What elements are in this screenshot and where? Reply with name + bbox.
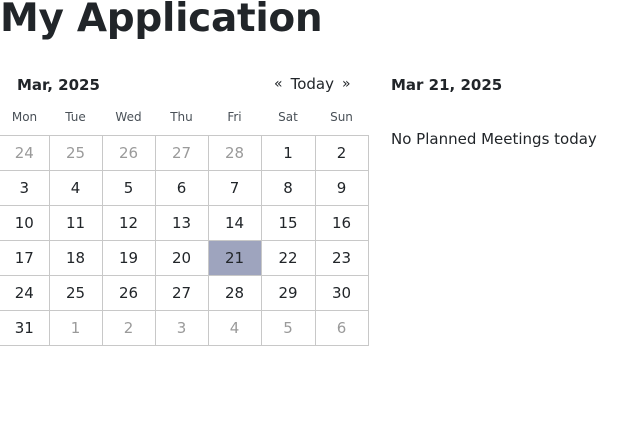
app-title: My Application — [0, 0, 323, 41]
calendar-header: Mar, 2025 « Today » — [0, 73, 370, 99]
calendar-day[interactable]: 27 — [154, 275, 209, 311]
calendar-day[interactable]: 28 — [207, 135, 262, 171]
calendar-day[interactable]: 16 — [314, 205, 369, 241]
calendar-week-row: 31 1 2 3 4 5 6 — [0, 310, 369, 346]
calendar-day[interactable]: 24 — [0, 135, 50, 171]
calendar-day[interactable]: 2 — [101, 310, 156, 346]
next-month-button[interactable]: » — [338, 76, 355, 92]
month-label: Mar, 2025 — [17, 76, 100, 94]
weekday-label: Sun — [330, 110, 353, 124]
calendar-day[interactable]: 12 — [101, 205, 156, 241]
calendar-day[interactable]: 9 — [314, 170, 369, 206]
calendar-day[interactable]: 20 — [154, 240, 209, 276]
prev-month-button[interactable]: « — [270, 76, 287, 92]
calendar-day[interactable]: 19 — [101, 240, 156, 276]
calendar-day[interactable]: 29 — [260, 275, 316, 311]
weekday-label: Sat — [278, 110, 298, 124]
calendar-day[interactable]: 23 — [314, 240, 369, 276]
today-button[interactable]: Today — [287, 75, 338, 93]
calendar-day[interactable]: 11 — [48, 205, 103, 241]
calendar-day[interactable]: 25 — [48, 135, 103, 171]
calendar-day[interactable]: 22 — [260, 240, 316, 276]
calendar-day[interactable]: 14 — [207, 205, 262, 241]
weekday-label: Mon — [11, 110, 38, 124]
calendar-week-row: 17 18 19 20 21 22 23 — [0, 240, 369, 276]
calendar-day[interactable]: 3 — [154, 310, 209, 346]
calendar-week-row: 10 11 12 13 14 15 16 — [0, 205, 369, 241]
calendar-day[interactable]: 6 — [154, 170, 209, 206]
calendar-day[interactable]: 2 — [314, 135, 369, 171]
calendar-day[interactable]: 10 — [0, 205, 50, 241]
calendar-day[interactable]: 18 — [48, 240, 103, 276]
calendar-week-row: 24 25 26 27 28 29 30 — [0, 275, 369, 311]
calendar-day[interactable]: 8 — [260, 170, 316, 206]
calendar-day[interactable]: 4 — [207, 310, 262, 346]
selected-date-heading: Mar 21, 2025 — [391, 76, 503, 94]
weekday-header: Mon Tue Wed Thu Fri Sat Sun — [0, 107, 371, 127]
calendar-day[interactable]: 13 — [154, 205, 209, 241]
calendar-day[interactable]: 26 — [101, 135, 156, 171]
calendar-day-selected[interactable]: 21 — [207, 240, 262, 276]
calendar-week-row: 3456789 — [0, 170, 369, 206]
calendar-day[interactable]: 3 — [0, 170, 50, 206]
weekday-label: Fri — [227, 110, 242, 124]
calendar-day[interactable]: 6 — [314, 310, 369, 346]
calendar-day[interactable]: 4 — [48, 170, 103, 206]
calendar-day[interactable]: 1 — [260, 135, 316, 171]
calendar-day[interactable]: 17 — [0, 240, 50, 276]
calendar-nav: « Today » — [270, 75, 355, 93]
weekday-label: Wed — [115, 110, 142, 124]
calendar-day[interactable]: 30 — [314, 275, 369, 311]
calendar-day[interactable]: 26 — [101, 275, 156, 311]
weekday-label: Thu — [170, 110, 193, 124]
calendar-day[interactable]: 1 — [48, 310, 103, 346]
calendar-day[interactable]: 28 — [207, 275, 262, 311]
calendar-day[interactable]: 5 — [101, 170, 156, 206]
no-meetings-message: No Planned Meetings today — [391, 130, 597, 148]
calendar-day[interactable]: 5 — [260, 310, 316, 346]
calendar-day[interactable]: 15 — [260, 205, 316, 241]
calendar-grid: 24 25 26 27 28 1 2 3 4 5 6 7 8 9 10 11 12 13 14 15 16 17 18 19 2… — [0, 135, 369, 346]
calendar-day[interactable]: 25 — [48, 275, 103, 311]
calendar-day[interactable]: 27 — [154, 135, 209, 171]
calendar-week-row: 24 25 26 27 28 1 2 — [0, 135, 369, 171]
calendar-day[interactable]: 7 — [207, 170, 262, 206]
calendar-day[interactable]: 31 — [0, 310, 50, 346]
calendar-day[interactable]: 24 — [0, 275, 50, 311]
weekday-label: Tue — [65, 110, 86, 124]
